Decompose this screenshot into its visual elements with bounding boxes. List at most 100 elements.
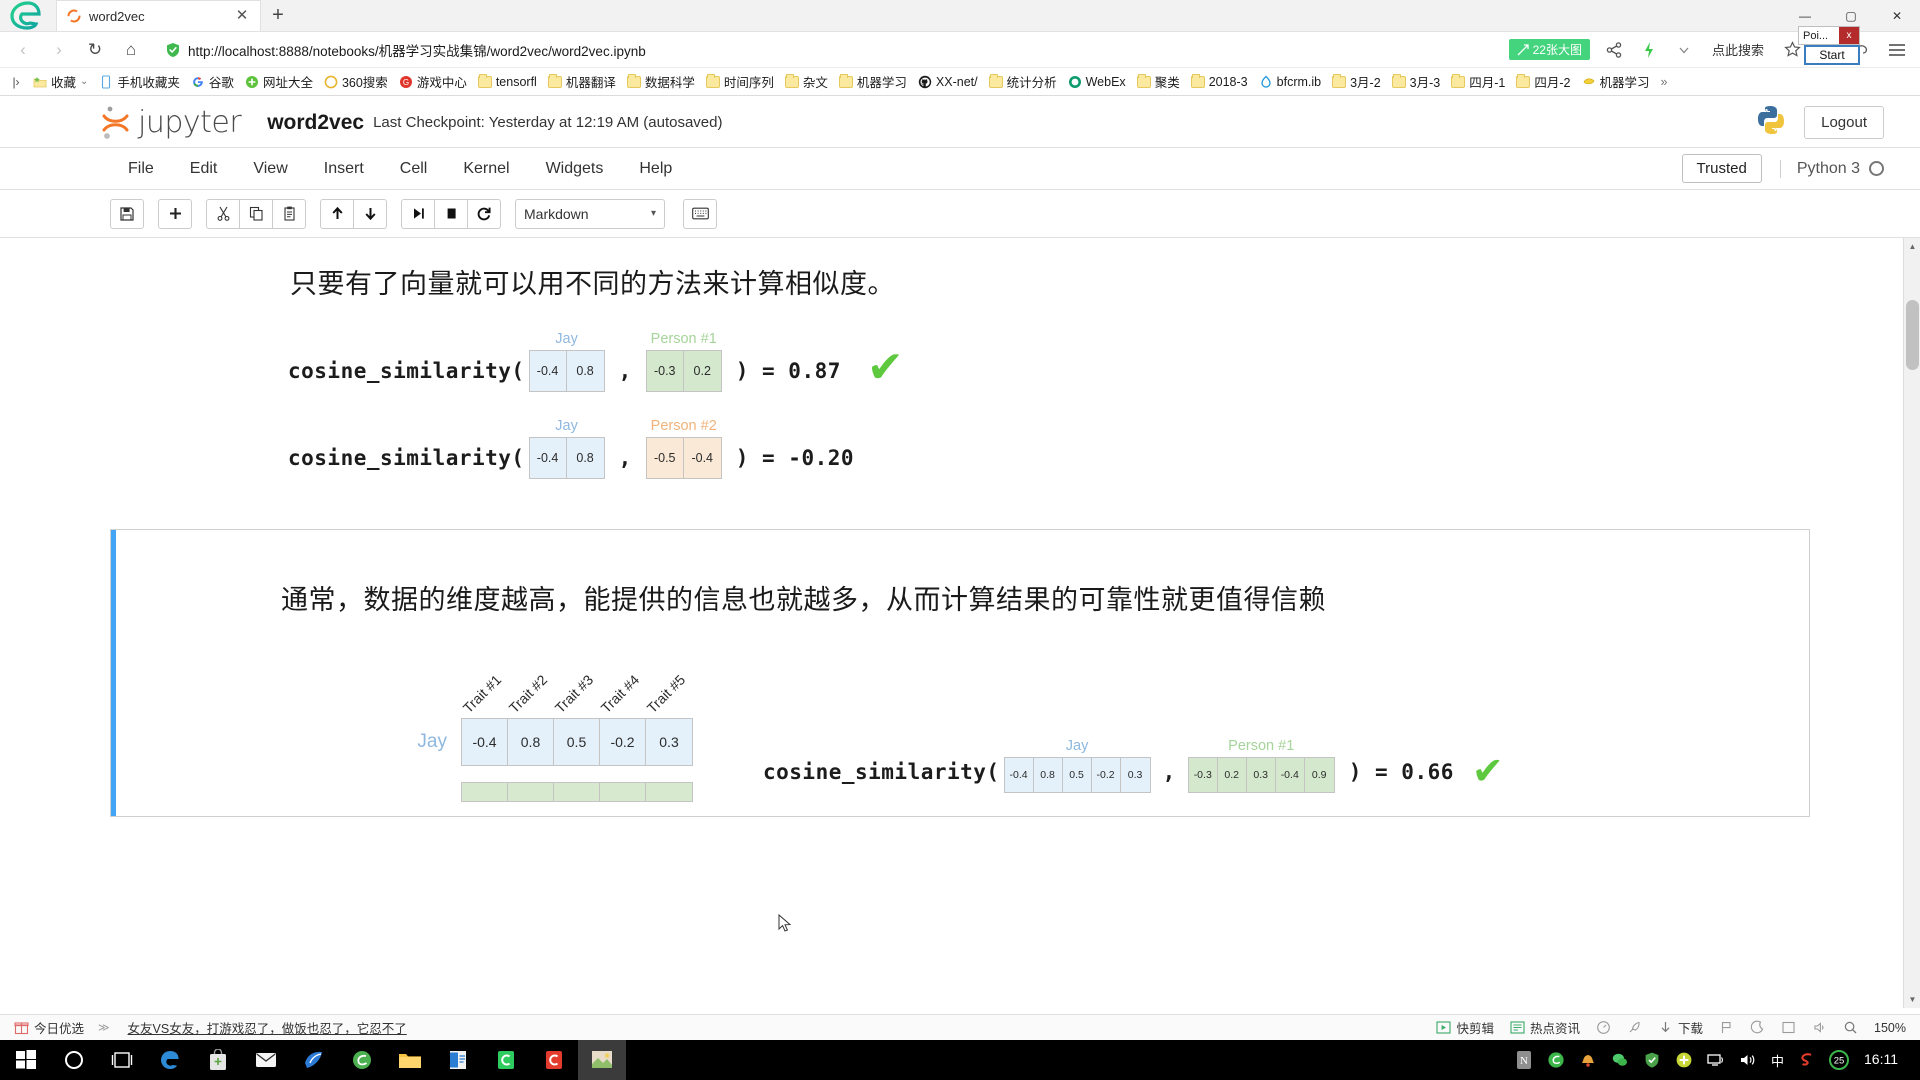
boost-button[interactable] <box>1621 1020 1648 1035</box>
bookmark-machine-learning[interactable]: 机器学习 <box>835 70 911 93</box>
speed-button[interactable] <box>1590 1020 1617 1035</box>
tray-plus-icon[interactable] <box>1669 1040 1699 1080</box>
close-window-button[interactable]: ✕ <box>1874 0 1920 32</box>
notebook-markdown-cell-2[interactable]: 通常，数据的维度越高，能提供的信息也就越多，从而计算结果的可靠性就更值得信赖 T… <box>110 528 1810 817</box>
bookmark-game-center[interactable]: G 游戏中心 <box>395 70 471 93</box>
bookmark-essays[interactable]: 杂文 <box>781 70 832 93</box>
start-button[interactable]: Start <box>1804 45 1860 65</box>
night-mode-button[interactable] <box>1744 1020 1771 1035</box>
start-menu-button[interactable] <box>2 1040 50 1080</box>
scrollbar-thumb[interactable] <box>1906 300 1919 370</box>
tray-wechat-icon[interactable] <box>1605 1040 1635 1080</box>
home-icon[interactable]: ⌂ <box>114 35 148 65</box>
zoom-level-control[interactable]: 150% <box>1868 1021 1912 1035</box>
tray-network-icon[interactable] <box>1701 1040 1731 1080</box>
share-icon[interactable] <box>1597 35 1631 65</box>
scroll-up-arrow-icon[interactable]: ▲ <box>1904 238 1920 255</box>
kernel-indicator[interactable]: Python 3 <box>1779 159 1884 178</box>
menu-widgets[interactable]: Widgets <box>528 154 622 184</box>
poi-close-icon[interactable]: x <box>1839 27 1859 44</box>
tray-notify-icon[interactable] <box>1573 1040 1603 1080</box>
refresh-icon[interactable]: ↻ <box>78 35 112 65</box>
daily-deals-button[interactable]: 今日优选 <box>8 1018 90 1037</box>
chevron-down-icon[interactable]: ⌄ <box>80 76 88 87</box>
tray-shield-icon[interactable] <box>1637 1040 1667 1080</box>
tab-close-icon[interactable]: ✕ <box>234 8 250 24</box>
paste-button[interactable] <box>272 198 306 229</box>
move-cell-up-button[interactable] <box>320 198 354 229</box>
bookmark-360-search[interactable]: 360搜索 <box>320 70 392 93</box>
hot-news-button[interactable]: 热点资讯 <box>1504 1018 1586 1037</box>
bookmark-clustering[interactable]: 聚类 <box>1133 70 1184 93</box>
menu-help[interactable]: Help <box>621 154 690 184</box>
bookmark-google[interactable]: 谷歌 <box>187 70 238 93</box>
save-button[interactable] <box>110 198 144 229</box>
menu-kernel[interactable]: Kernel <box>445 154 527 184</box>
search-hint-label[interactable]: 点此搜索 <box>1702 40 1774 59</box>
tray-ime-label[interactable]: 中 <box>1765 1051 1790 1070</box>
edge-taskbar-button[interactable] <box>146 1040 194 1080</box>
mail-button[interactable] <box>242 1040 290 1080</box>
bookmark-2018-3[interactable]: 2018-3 <box>1187 73 1252 91</box>
tray-sogou-icon[interactable] <box>1792 1040 1822 1080</box>
poi-title-row[interactable]: Poi... x <box>1798 26 1860 45</box>
news-headline-link[interactable]: 女友VS女友，打游戏忍了，做饭也忍了，它忍不了 <box>128 1018 407 1037</box>
task-view-button[interactable] <box>98 1040 146 1080</box>
menu-edit[interactable]: Edit <box>172 154 236 184</box>
notebook-scrollbar[interactable]: ▲ ▼ <box>1903 238 1920 1008</box>
address-bar[interactable]: http://localhost:8888/notebooks/机器学习实战集锦… <box>156 35 1501 64</box>
bookmark-xx-net[interactable]: XX-net/ <box>914 73 982 91</box>
bookmark-web-directory[interactable]: 网址大全 <box>241 70 317 93</box>
command-palette-button[interactable] <box>683 198 717 229</box>
notebook-name[interactable]: word2vec <box>267 111 364 135</box>
mute-button[interactable] <box>1806 1020 1833 1035</box>
menu-file[interactable]: File <box>110 154 172 184</box>
chevron-down-icon[interactable] <box>1667 35 1701 65</box>
active-image-app-button[interactable] <box>578 1040 626 1080</box>
bookmark-march-2[interactable]: 3月-2 <box>1328 70 1385 93</box>
trusted-badge[interactable]: Trusted <box>1681 154 1762 183</box>
find-in-page-button[interactable] <box>1837 1020 1864 1035</box>
tray-volume-icon[interactable] <box>1733 1040 1763 1080</box>
browser-360-button[interactable] <box>338 1040 386 1080</box>
tray-360-icon[interactable] <box>1541 1040 1571 1080</box>
flag-button[interactable] <box>1713 1020 1740 1035</box>
cell-type-select[interactable]: Markdown ▾ <box>515 198 665 229</box>
wechat-work-button[interactable] <box>482 1040 530 1080</box>
stop-kernel-button[interactable] <box>434 198 468 229</box>
menu-insert[interactable]: Insert <box>306 154 382 184</box>
quick-edit-button[interactable]: 快剪辑 <box>1430 1018 1500 1037</box>
bookmarks-overflow-icon[interactable]: » <box>1657 75 1668 89</box>
scroll-down-arrow-icon[interactable]: ▼ <box>1904 991 1920 1008</box>
bookmark-statistics[interactable]: 统计分析 <box>985 70 1061 93</box>
tray-battery-badge[interactable]: 25 <box>1824 1040 1854 1080</box>
notebook-markdown-cell-1[interactable]: 只要有了向量就可以用不同的方法来计算相似度。 cosine_similarity… <box>110 250 1810 493</box>
menu-icon[interactable] <box>1880 35 1914 65</box>
file-explorer-button[interactable] <box>386 1040 434 1080</box>
copy-button[interactable] <box>239 198 273 229</box>
office-button[interactable] <box>434 1040 482 1080</box>
downloads-button[interactable]: 下载 <box>1652 1018 1709 1037</box>
foxmail-button[interactable] <box>290 1040 338 1080</box>
bookmark-data-science[interactable]: 数据科学 <box>623 70 699 93</box>
bookmark-april-2[interactable]: 四月-2 <box>1512 70 1574 93</box>
cut-button[interactable] <box>206 198 240 229</box>
bookmark-favorites[interactable]: 收藏 ⌄ <box>29 70 92 93</box>
forward-icon[interactable]: › <box>42 35 76 65</box>
bookmark-tensorfl[interactable]: tensorfl <box>474 73 541 91</box>
bookmarks-expand-icon[interactable]: |› <box>6 72 26 92</box>
notebook-scroll-area[interactable]: 只要有了向量就可以用不同的方法来计算相似度。 cosine_similarity… <box>0 238 1920 1008</box>
taskbar-clock[interactable]: 16:11 <box>1856 1051 1912 1067</box>
red-app-button[interactable] <box>530 1040 578 1080</box>
move-cell-down-button[interactable] <box>353 198 387 229</box>
back-icon[interactable]: ‹ <box>6 35 40 65</box>
bookmark-april-1[interactable]: 四月-1 <box>1447 70 1509 93</box>
bookmark-webex[interactable]: WebEx <box>1064 73 1130 91</box>
store-button[interactable] <box>194 1040 242 1080</box>
tray-onenote-icon[interactable]: N <box>1509 1040 1539 1080</box>
new-tab-button[interactable]: + <box>261 0 295 31</box>
window-mode-button[interactable] <box>1775 1020 1802 1035</box>
menu-cell[interactable]: Cell <box>382 154 446 184</box>
cortana-button[interactable] <box>50 1040 98 1080</box>
bookmark-march-3[interactable]: 3月-3 <box>1388 70 1445 93</box>
